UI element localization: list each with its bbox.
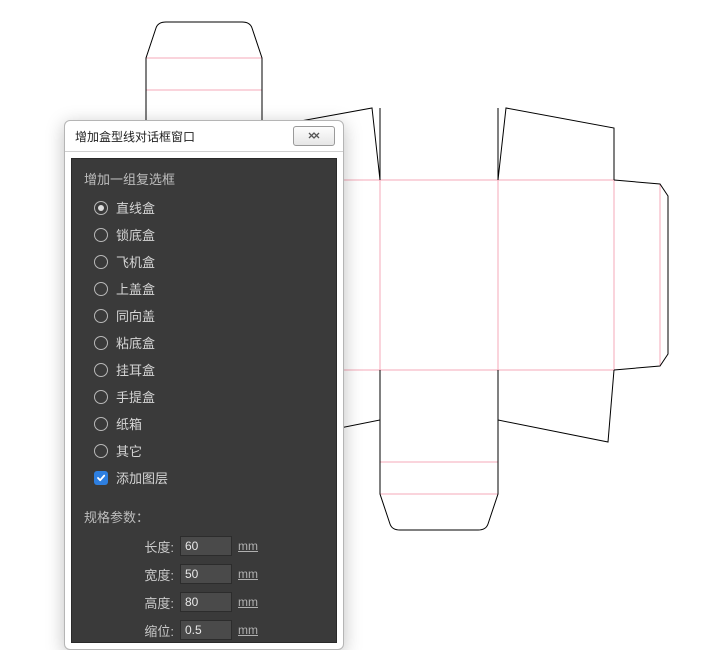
box-type-label: 飞机盒	[116, 252, 155, 271]
box-type-option[interactable]: 飞机盒	[84, 248, 324, 275]
param-input[interactable]	[180, 592, 232, 612]
param-row: 高度: mm	[84, 588, 324, 616]
param-input[interactable]	[180, 536, 232, 556]
param-row: 长度: mm	[84, 532, 324, 560]
box-type-label: 粘底盒	[116, 333, 155, 352]
param-unit: mm	[238, 567, 258, 581]
params-list: 长度:mm宽度:mm高度:mm缩位:mm插舌高度:mm粘口宽度:mm	[84, 532, 324, 643]
param-unit: mm	[238, 539, 258, 553]
param-input[interactable]	[180, 564, 232, 584]
radio-icon[interactable]	[94, 417, 108, 431]
dialog-panel: 增加一组复选框 直线盒锁底盒飞机盒上盖盒同向盖粘底盒挂耳盒手提盒纸箱其它 添加图…	[71, 158, 337, 643]
radio-icon[interactable]	[94, 390, 108, 404]
dialog-title: 增加盒型线对话框窗口	[75, 128, 293, 145]
box-type-radio-group: 直线盒锁底盒飞机盒上盖盒同向盖粘底盒挂耳盒手提盒纸箱其它	[84, 194, 324, 464]
radio-icon[interactable]	[94, 228, 108, 242]
param-input[interactable]	[180, 620, 232, 640]
box-type-option[interactable]: 手提盒	[84, 383, 324, 410]
add-box-dialog: 增加盒型线对话框窗口 增加一组复选框 直线盒锁底盒飞机盒上盖盒同向盖粘底盒挂耳盒…	[64, 120, 344, 650]
close-button[interactable]	[293, 126, 335, 146]
box-type-option[interactable]: 直线盒	[84, 194, 324, 221]
params-section: 规格参数： 长度:mm宽度:mm高度:mm缩位:mm插舌高度:mm粘口宽度:mm	[84, 507, 324, 643]
param-label: 缩位:	[84, 621, 174, 640]
box-type-label: 锁底盒	[116, 225, 155, 244]
box-type-label: 纸箱	[116, 414, 142, 433]
box-type-label: 同向盖	[116, 306, 155, 325]
box-type-option[interactable]: 其它	[84, 437, 324, 464]
radio-icon[interactable]	[94, 255, 108, 269]
param-label: 长度:	[84, 537, 174, 556]
radio-icon[interactable]	[94, 363, 108, 377]
radio-icon[interactable]	[94, 309, 108, 323]
params-label: 规格参数：	[84, 507, 324, 526]
radio-icon[interactable]	[94, 282, 108, 296]
box-type-label: 上盖盒	[116, 279, 155, 298]
box-type-label: 手提盒	[116, 387, 155, 406]
box-type-option[interactable]: 上盖盒	[84, 275, 324, 302]
box-type-option[interactable]: 同向盖	[84, 302, 324, 329]
param-unit: mm	[238, 595, 258, 609]
close-icon	[306, 131, 322, 141]
box-type-option[interactable]: 挂耳盒	[84, 356, 324, 383]
add-layer-label: 添加图层	[116, 468, 168, 487]
box-type-label: 其它	[116, 441, 142, 460]
dialog-titlebar[interactable]: 增加盒型线对话框窗口	[65, 121, 343, 152]
param-label: 高度:	[84, 593, 174, 612]
radio-icon[interactable]	[94, 444, 108, 458]
box-type-label: 挂耳盒	[116, 360, 155, 379]
box-type-option[interactable]: 粘底盒	[84, 329, 324, 356]
options-group-label: 增加一组复选框	[84, 169, 324, 188]
add-layer-checkbox-row[interactable]: 添加图层	[84, 464, 324, 491]
radio-icon[interactable]	[94, 201, 108, 215]
check-icon	[96, 473, 106, 483]
radio-icon[interactable]	[94, 336, 108, 350]
param-row: 缩位: mm	[84, 616, 324, 643]
box-type-option[interactable]: 纸箱	[84, 410, 324, 437]
param-unit: mm	[238, 623, 258, 637]
add-layer-checkbox[interactable]	[94, 471, 108, 485]
param-row: 宽度: mm	[84, 560, 324, 588]
param-label: 宽度:	[84, 565, 174, 584]
box-type-label: 直线盒	[116, 198, 155, 217]
box-type-option[interactable]: 锁底盒	[84, 221, 324, 248]
